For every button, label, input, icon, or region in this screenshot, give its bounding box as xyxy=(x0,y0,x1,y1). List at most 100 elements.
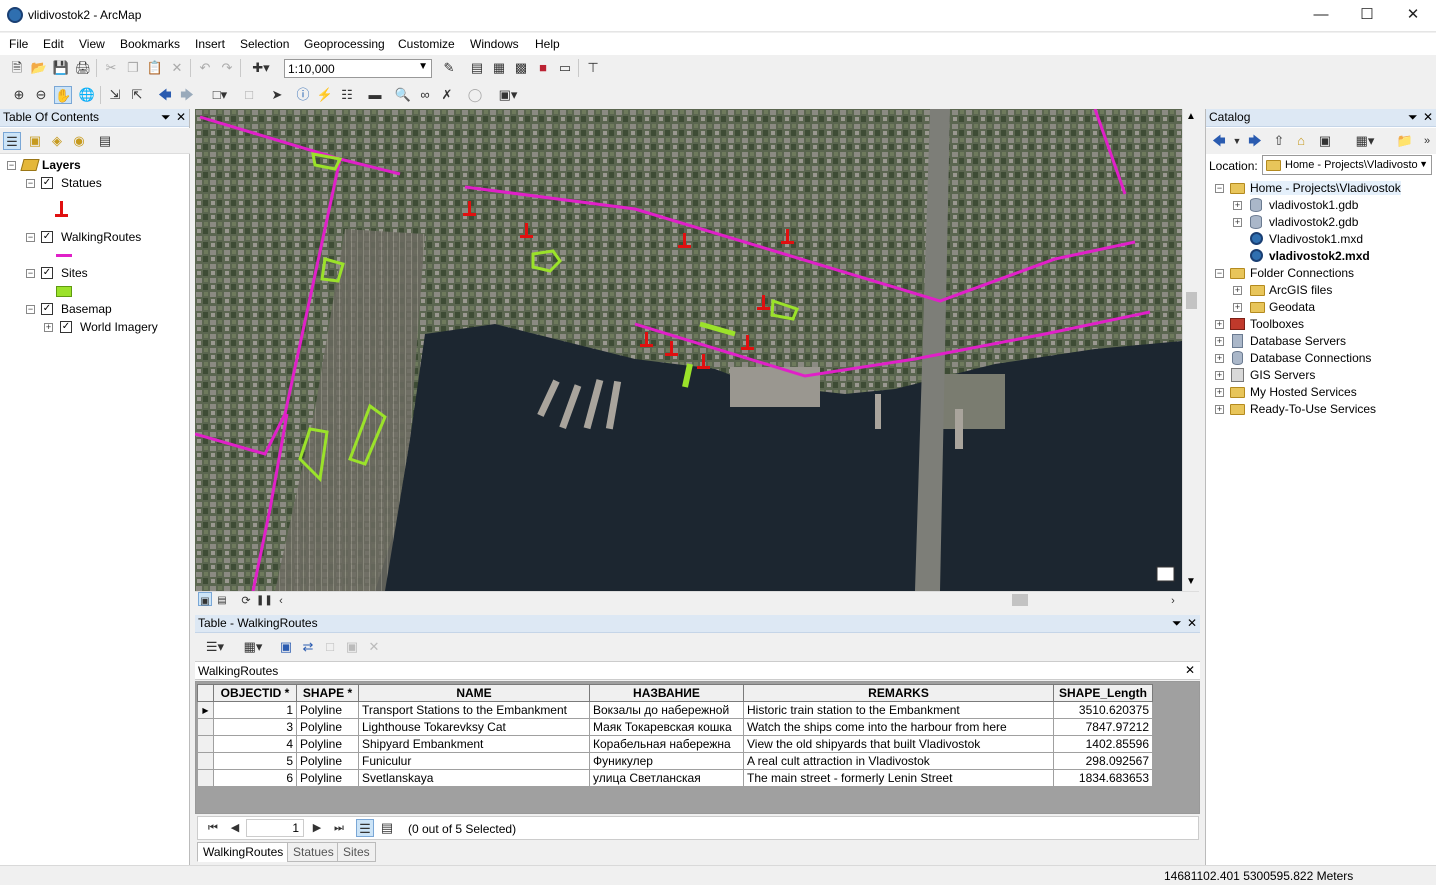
table-cell[interactable]: 1 xyxy=(213,701,297,719)
scroll-right-icon[interactable]: › xyxy=(1166,592,1180,607)
table-cell[interactable]: Polyline xyxy=(296,735,359,753)
arctoolbox-icon[interactable]: ■ xyxy=(534,59,552,77)
table-cell[interactable]: Polyline xyxy=(296,769,359,787)
related-tables-icon[interactable]: ▦▾ xyxy=(239,638,267,656)
next-record-icon[interactable]: ▶ xyxy=(308,819,326,837)
map-tips-icon[interactable] xyxy=(1156,566,1175,582)
table-options-icon[interactable]: ☰▾ xyxy=(201,638,229,656)
catalog-toolboxes-item[interactable]: Toolboxes xyxy=(1250,317,1304,331)
close-icon[interactable]: ✕ xyxy=(176,110,186,124)
search-window-icon[interactable]: ▩ xyxy=(512,59,530,77)
pin-icon[interactable]: ⏷ xyxy=(1408,110,1418,125)
walkingroutes-visibility-checkbox[interactable]: ✓ xyxy=(41,231,53,243)
table-cell[interactable]: Polyline xyxy=(296,701,359,719)
select-features-icon[interactable]: □▾ xyxy=(206,86,234,104)
go-to-xy-icon[interactable]: ✗ xyxy=(438,86,456,104)
menu-help[interactable]: Help xyxy=(535,37,560,51)
undo-icon[interactable]: ↶ xyxy=(196,59,214,77)
menu-selection[interactable]: Selection xyxy=(240,37,289,51)
options-icon[interactable]: ▤ xyxy=(96,132,114,150)
scroll-thumb[interactable] xyxy=(1186,292,1197,309)
list-by-selection-icon[interactable]: ◉ xyxy=(70,132,88,150)
expand-icon[interactable]: + xyxy=(1215,388,1224,397)
connect-folder-icon[interactable]: ▣ xyxy=(1316,132,1334,150)
add-data-icon[interactable]: ✚▾ xyxy=(246,59,276,77)
menu-view[interactable]: View xyxy=(79,37,105,51)
catalog-gis-servers-item[interactable]: GIS Servers xyxy=(1250,368,1315,382)
expand-icon[interactable]: + xyxy=(1233,286,1242,295)
minimize-button[interactable]: — xyxy=(1298,0,1344,32)
zoom-in-icon[interactable]: ⊕ xyxy=(10,86,28,104)
close-icon[interactable]: ✕ xyxy=(1187,616,1197,630)
basemap-visibility-checkbox[interactable]: ✓ xyxy=(41,303,53,315)
table-cell[interactable]: Funiculur xyxy=(358,752,590,770)
map-view[interactable] xyxy=(195,109,1182,591)
pin-icon[interactable]: ⏷ xyxy=(161,110,171,125)
catalog-hosted-services-item[interactable]: My Hosted Services xyxy=(1250,385,1357,399)
collapse-icon[interactable]: − xyxy=(26,305,35,314)
expand-icon[interactable]: + xyxy=(1215,354,1224,363)
expand-icon[interactable]: + xyxy=(1215,405,1224,414)
overflow-icon[interactable]: » xyxy=(1418,132,1436,150)
open-folder-icon[interactable]: 📂 xyxy=(30,59,48,77)
table-cell[interactable]: 3510.620375 xyxy=(1053,701,1153,719)
scroll-down-icon[interactable]: ▼ xyxy=(1186,576,1196,587)
table-cell[interactable]: 6 xyxy=(213,769,297,787)
measure-icon[interactable]: ▬ xyxy=(366,86,384,104)
catalog-gdb1-item[interactable]: vladivostok1.gdb xyxy=(1269,198,1358,212)
layer-walkingroutes-label[interactable]: WalkingRoutes xyxy=(61,230,141,244)
table-of-contents-icon[interactable]: ▤ xyxy=(468,59,486,77)
show-all-records-icon[interactable]: ☰ xyxy=(356,819,374,837)
expand-icon[interactable]: + xyxy=(1215,320,1224,329)
table-cell[interactable]: Shipyard Embankment xyxy=(358,735,590,753)
table-cell[interactable]: 1834.683653 xyxy=(1053,769,1153,787)
catalog-mxd1-item[interactable]: Vladivostok1.mxd xyxy=(1269,232,1363,246)
table-cell[interactable]: The main street - formerly Lenin Street xyxy=(743,769,1054,787)
expand-icon[interactable]: + xyxy=(1233,303,1242,312)
last-record-icon[interactable]: ⏭ xyxy=(330,819,348,837)
table-row[interactable]: 4 Polyline Shipyard Embankment Корабельн… xyxy=(197,735,1153,753)
forward-icon[interactable]: 🡆 xyxy=(1246,132,1264,150)
python-window-icon[interactable]: ▭ xyxy=(556,59,574,77)
copy-icon[interactable]: ❐ xyxy=(124,59,142,77)
menu-geoprocessing[interactable]: Geoprocessing xyxy=(304,37,385,51)
catalog-mxd2-item[interactable]: vladivostok2.mxd xyxy=(1269,249,1370,263)
table-cell[interactable]: A real cult attraction in Vladivostok xyxy=(743,752,1054,770)
current-row-indicator-icon[interactable]: ▶ xyxy=(197,701,214,719)
table-cell[interactable]: Polyline xyxy=(296,718,359,736)
row-selector[interactable] xyxy=(197,718,214,736)
layer-statues-label[interactable]: Statues xyxy=(61,176,102,190)
catalog-folder-connections-item[interactable]: Folder Connections xyxy=(1250,266,1354,280)
paste-icon[interactable]: 📋 xyxy=(146,59,164,77)
row-selector[interactable] xyxy=(197,769,214,787)
catalog-geodata-item[interactable]: Geodata xyxy=(1269,300,1315,314)
editor-toolbar-icon[interactable]: ✎ xyxy=(440,59,458,77)
menu-edit[interactable]: Edit xyxy=(43,37,64,51)
find-icon[interactable]: 🔍 xyxy=(394,86,412,104)
fixed-zoom-in-icon[interactable]: ⇲ xyxy=(106,86,124,104)
expand-icon[interactable]: + xyxy=(44,323,53,332)
tab-statues[interactable]: Statues xyxy=(287,842,340,862)
catalog-window-icon[interactable]: ▦ xyxy=(490,59,508,77)
table-cell[interactable]: Фуникулер xyxy=(589,752,744,770)
expand-icon[interactable]: + xyxy=(1233,218,1242,227)
select-elements-icon[interactable]: ➤ xyxy=(268,86,286,104)
table-row[interactable]: 3 Polyline Lighthouse Tokarevksy Cat Мая… xyxy=(197,718,1153,736)
chevron-down-icon[interactable]: ▼ xyxy=(1228,132,1246,150)
list-by-source-icon[interactable]: ▣ xyxy=(26,132,44,150)
model-builder-icon[interactable]: ⊤ xyxy=(584,59,602,77)
pin-icon[interactable]: ⏷ xyxy=(1172,616,1182,631)
menu-windows[interactable]: Windows xyxy=(470,37,519,51)
tab-walkingroutes[interactable]: WalkingRoutes xyxy=(197,842,290,862)
table-cell[interactable]: 3 xyxy=(213,718,297,736)
close-icon[interactable]: ✕ xyxy=(1423,110,1433,124)
clear-selection-icon[interactable]: □ xyxy=(240,86,258,104)
html-popup-icon[interactable]: ☷ xyxy=(338,86,356,104)
catalog-ready-to-use-item[interactable]: Ready-To-Use Services xyxy=(1250,402,1376,416)
forward-extent-icon[interactable]: 🡆 xyxy=(178,86,196,104)
print-icon[interactable]: 🖨 xyxy=(74,59,92,77)
column-header[interactable]: SHAPE_Length xyxy=(1053,684,1153,702)
column-header[interactable]: REMARKS xyxy=(743,684,1054,702)
refresh-icon[interactable]: ⟳ xyxy=(239,592,253,607)
time-slider-icon[interactable]: ◯ xyxy=(466,86,484,104)
